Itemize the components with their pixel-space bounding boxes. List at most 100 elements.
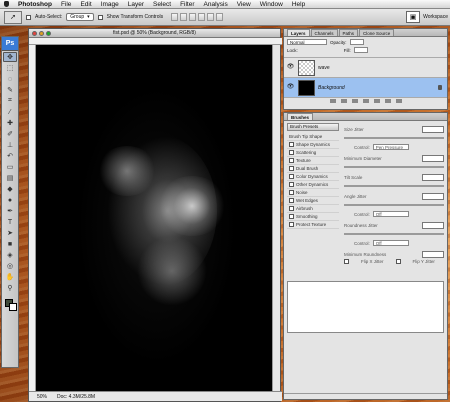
angle-jitter-slider[interactable] — [344, 204, 444, 206]
3d-tool-icon[interactable]: ◈ — [3, 250, 17, 260]
fill-field[interactable] — [353, 47, 368, 53]
texture-item[interactable]: Texture — [287, 157, 339, 165]
eye-icon[interactable]: 👁 — [286, 63, 295, 72]
menu-filter[interactable]: Filter — [180, 1, 194, 8]
history-brush-tool-icon[interactable]: ↶ — [3, 151, 17, 161]
apple-icon[interactable] — [4, 1, 9, 7]
option-checkbox[interactable] — [289, 206, 294, 211]
menu-layer[interactable]: Layer — [128, 1, 144, 8]
option-checkbox[interactable] — [289, 166, 294, 171]
3d-camera-tool-icon[interactable]: ◎ — [3, 261, 17, 271]
new-layer-icon[interactable] — [384, 98, 391, 103]
healing-tool-icon[interactable]: ✚ — [3, 118, 17, 128]
shape-dynamics-item[interactable]: Shape Dynamics — [287, 141, 339, 149]
doc-size[interactable]: Doc: 4.3M/25.8M — [57, 394, 95, 400]
minimize-window-icon[interactable] — [39, 31, 44, 36]
flip-x-checkbox[interactable] — [344, 259, 349, 264]
layer-row-wave[interactable]: 👁 wave — [284, 57, 447, 77]
layer-mask-icon[interactable] — [351, 98, 358, 103]
tilt-scale-slider[interactable] — [344, 185, 444, 187]
size-jitter-slider[interactable] — [344, 137, 444, 139]
airbrush-item[interactable]: Airbrush — [287, 205, 339, 213]
scattering-item[interactable]: Scattering — [287, 149, 339, 157]
option-checkbox[interactable] — [289, 142, 294, 147]
other-dynamics-item[interactable]: Other Dynamics — [287, 181, 339, 189]
workspace-switcher[interactable]: ▣ Workspace — [406, 11, 448, 23]
option-checkbox[interactable] — [289, 174, 294, 179]
eyedropper-tool-icon[interactable]: ⁄ — [3, 107, 17, 117]
min-diameter-slider[interactable] — [344, 166, 444, 168]
min-diameter-field[interactable] — [422, 154, 444, 162]
align-left-button[interactable] — [198, 13, 206, 21]
adjustment-layer-icon[interactable] — [362, 98, 369, 103]
eye-icon[interactable]: 👁 — [286, 83, 295, 92]
roundness-jitter-field[interactable] — [422, 221, 444, 229]
trash-icon[interactable] — [395, 98, 402, 103]
document-title-bar[interactable]: fist.psd @ 50% (Background, RGB/8) — [29, 29, 280, 38]
size-jitter-field[interactable] — [422, 125, 444, 133]
option-checkbox[interactable] — [289, 190, 294, 195]
type-tool-icon[interactable]: T — [3, 217, 17, 227]
menu-view[interactable]: View — [237, 1, 251, 8]
eraser-tool-icon[interactable]: ▭ — [3, 162, 17, 172]
brush-tool-icon[interactable]: ✐ — [3, 129, 17, 139]
new-group-icon[interactable] — [373, 98, 380, 103]
tilt-scale-field[interactable] — [422, 173, 444, 181]
roundness-jitter-slider[interactable] — [344, 233, 444, 235]
menu-window[interactable]: Window — [260, 1, 283, 8]
brush-presets-button[interactable]: Brush Presets — [287, 123, 339, 131]
dual-brush-item[interactable]: Dual Brush — [287, 165, 339, 173]
hand-tool-icon[interactable]: ✋ — [3, 272, 17, 282]
transform-controls-checkbox[interactable] — [97, 14, 103, 20]
menu-edit[interactable]: Edit — [80, 1, 91, 8]
flip-y-checkbox[interactable] — [395, 259, 401, 264]
link-layers-icon[interactable] — [329, 98, 336, 103]
background-color-swatch[interactable] — [9, 303, 17, 311]
align-hcenter-button[interactable] — [207, 13, 215, 21]
dodge-tool-icon[interactable]: ● — [3, 195, 17, 205]
align-vcenter-button[interactable] — [180, 13, 188, 21]
option-checkbox[interactable] — [289, 150, 294, 155]
roundness-control-dropdown[interactable]: Off — [372, 240, 409, 246]
image-canvas[interactable] — [37, 46, 274, 393]
tab-layers[interactable]: Layers — [287, 29, 310, 36]
tab-paths[interactable]: Paths — [338, 29, 359, 36]
noise-item[interactable]: Noise — [287, 189, 339, 197]
tab-channels[interactable]: Channels — [310, 29, 338, 36]
option-checkbox[interactable] — [289, 222, 294, 227]
gradient-tool-icon[interactable]: ▤ — [3, 173, 17, 183]
zoom-window-icon[interactable] — [46, 31, 51, 36]
layer-row-background[interactable]: 👁 Background — [284, 77, 447, 97]
color-dynamics-item[interactable]: Color Dynamics — [287, 173, 339, 181]
wet-edges-item[interactable]: Wet Edges — [287, 197, 339, 205]
lasso-tool-icon[interactable]: ◌ — [3, 74, 17, 84]
option-checkbox[interactable] — [289, 214, 294, 219]
auto-select-dropdown[interactable]: Group ▾ — [66, 13, 94, 21]
angle-jitter-field[interactable] — [422, 192, 444, 200]
brush-tip-shape-item[interactable]: Brush Tip Shape — [287, 133, 339, 141]
zoom-tool-icon[interactable]: ⚲ — [3, 283, 17, 293]
path-select-tool-icon[interactable]: ➤ — [3, 228, 17, 238]
menu-help[interactable]: Help — [292, 1, 305, 8]
vertical-scrollbar[interactable] — [272, 45, 280, 393]
align-top-button[interactable] — [171, 13, 179, 21]
opacity-field[interactable] — [349, 39, 364, 45]
layer-style-icon[interactable] — [340, 98, 347, 103]
clone-stamp-tool-icon[interactable]: ⊥ — [3, 140, 17, 150]
min-roundness-field[interactable] — [422, 250, 444, 258]
menu-select[interactable]: Select — [153, 1, 171, 8]
tab-brushes[interactable]: Brushes — [287, 113, 314, 120]
close-window-icon[interactable] — [32, 31, 37, 36]
option-checkbox[interactable] — [289, 198, 294, 203]
move-tool-icon[interactable]: ✥ — [3, 52, 17, 62]
menu-image[interactable]: Image — [101, 1, 119, 8]
size-control-dropdown[interactable]: Pen Pressure — [372, 144, 409, 150]
protect-texture-item[interactable]: Protect Texture — [287, 221, 339, 229]
angle-control-dropdown[interactable]: Off — [372, 211, 409, 217]
option-checkbox[interactable] — [289, 158, 294, 163]
tool-preset-picker[interactable]: ➚ — [4, 10, 22, 24]
marquee-tool-icon[interactable]: ⬚ — [3, 63, 17, 73]
smoothing-item[interactable]: Smoothing — [287, 213, 339, 221]
align-right-button[interactable] — [216, 13, 224, 21]
zoom-level[interactable]: 50% — [37, 394, 47, 400]
